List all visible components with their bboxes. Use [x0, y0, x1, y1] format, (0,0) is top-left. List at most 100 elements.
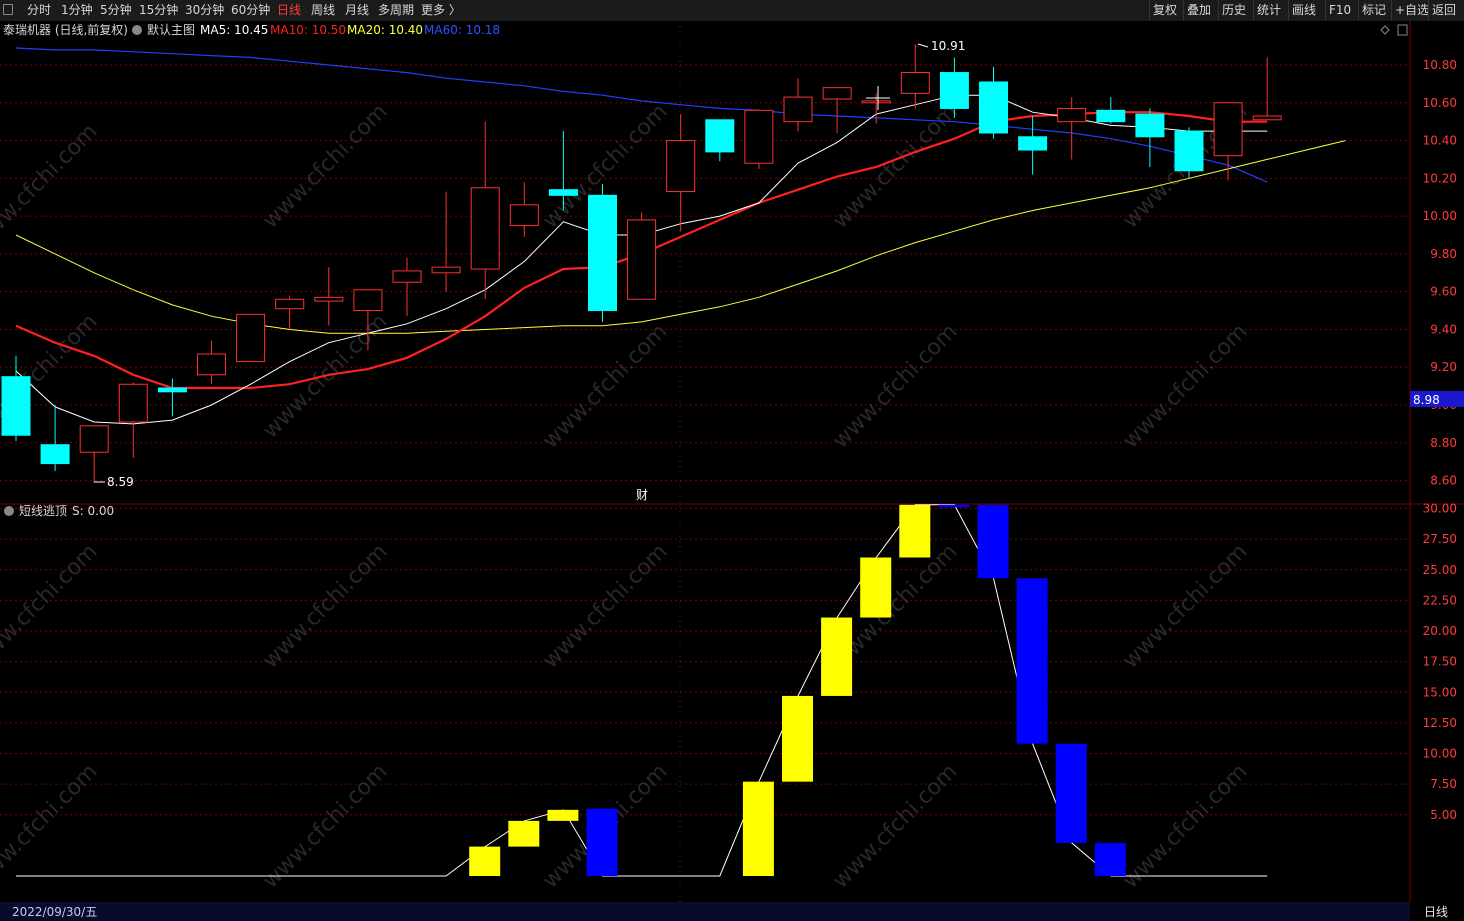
- cursor-date-label: 2022/09/30/五: [12, 905, 98, 919]
- candle-body: [275, 298, 305, 310]
- high-annotation: 10.91: [931, 39, 965, 53]
- period-toolbar: 分时 1分钟 5分钟 15分钟 30分钟 60分钟 日线 周线 月线 多周期 更多 〉 复权 叠加 历史…: [0, 0, 1464, 22]
- sub-axis-label: 30.00: [1423, 502, 1457, 516]
- toolbar-separator: [1253, 0, 1254, 21]
- candle-body: [79, 425, 109, 453]
- toolbar-separator: [1358, 0, 1359, 21]
- sub-bar: [860, 557, 892, 618]
- candle-body: [1213, 102, 1243, 157]
- period-tab[interactable]: 多周期: [378, 2, 414, 19]
- period-tab[interactable]: 30分钟: [185, 2, 224, 19]
- candle-body: [392, 270, 422, 283]
- sub-axis-label: 7.50: [1430, 777, 1457, 791]
- toolbar-separator: [1183, 0, 1184, 21]
- sub-bar: [899, 504, 931, 558]
- toolbar-button[interactable]: 返回: [1432, 2, 1456, 19]
- price-axis-label: 9.40: [1430, 322, 1457, 336]
- sub-indicator-name: 短线逃顶: [19, 504, 67, 518]
- ma-legend-label: MA60: 10.18: [424, 23, 500, 37]
- candle-body: [1174, 130, 1204, 172]
- period-tab[interactable]: 5分钟: [100, 2, 132, 19]
- sub-bar: [547, 809, 579, 821]
- toolbar-separator: [1218, 0, 1219, 21]
- toolbar-button[interactable]: 复权: [1153, 2, 1177, 19]
- sub-bar: [977, 504, 1009, 579]
- price-axis-label: 9.60: [1430, 285, 1457, 299]
- period-tab[interactable]: 月线: [345, 2, 369, 19]
- toolbar-button[interactable]: 叠加: [1187, 2, 1211, 19]
- toolbar-separator: [1325, 0, 1326, 21]
- dropdown-icon: [132, 25, 142, 35]
- toolbar-button[interactable]: 历史: [1222, 2, 1246, 19]
- toolbar-button[interactable]: 统计: [1257, 2, 1281, 19]
- window-icon[interactable]: [3, 4, 13, 15]
- toolbar-button[interactable]: F10: [1329, 2, 1351, 19]
- period-tab[interactable]: 1分钟: [61, 2, 93, 19]
- sub-bar: [742, 781, 774, 876]
- period-tab[interactable]: 15分钟: [139, 2, 178, 19]
- price-axis-label: 8.80: [1430, 436, 1457, 450]
- sub-axis-label: 27.50: [1423, 532, 1457, 546]
- sub-axis-label: 10.00: [1423, 747, 1457, 761]
- toolbar-separator: [1428, 0, 1429, 21]
- stock-chart: 10.80 10.60 10.40 10.20 10.00 9.80 9.60 9.40 9.2…: [0, 21, 1464, 902]
- toolbar-button[interactable]: +自选: [1395, 2, 1429, 19]
- candle-body: [900, 72, 930, 94]
- ma-legend-label: MA5: 10.45: [200, 23, 268, 37]
- sub-bar: [821, 617, 853, 696]
- price-axis-label: 9.20: [1430, 360, 1457, 374]
- candle-body: [588, 194, 617, 312]
- toolbar-separator: [1149, 0, 1150, 21]
- sub-bar: [1016, 578, 1048, 744]
- price-axis-label: 10.20: [1423, 171, 1457, 185]
- stock-title: 泰瑞机器 (日线,前复权): [3, 22, 128, 37]
- price-axis-label: 8.60: [1430, 474, 1457, 488]
- candle-body: [548, 189, 578, 196]
- candle-body: [197, 353, 226, 376]
- period-tab[interactable]: 60分钟: [231, 2, 270, 19]
- price-axis-label: 10.80: [1423, 58, 1457, 72]
- period-tab[interactable]: 日线: [277, 2, 301, 19]
- price-axis-label: 10.00: [1423, 209, 1457, 223]
- candle-body: [353, 289, 383, 312]
- price-axis-label: 10.40: [1423, 134, 1457, 148]
- candle-body: [40, 444, 70, 465]
- sub-bar: [508, 820, 540, 847]
- candle-body: [627, 219, 657, 300]
- sub-value-label: S: 0.00: [72, 504, 114, 518]
- sub-bar: [469, 846, 501, 876]
- price-axis-label: 10.60: [1423, 96, 1457, 110]
- sub-dropdown-icon: [4, 506, 14, 516]
- price-axis-label: 9.80: [1430, 247, 1457, 261]
- sub-axis-label: 20.00: [1423, 624, 1457, 638]
- sub-axis-label: 22.50: [1423, 593, 1457, 607]
- candle-body: [861, 100, 891, 104]
- period-tab[interactable]: 周线: [311, 2, 335, 19]
- candle-body: [157, 387, 187, 393]
- sub-bar: [938, 504, 970, 508]
- low-annotation: 8.59: [107, 475, 134, 489]
- candle-body: [783, 96, 813, 123]
- sub-axis-label: 15.00: [1423, 685, 1457, 699]
- period-tab[interactable]: 更多 〉: [421, 2, 461, 19]
- candle-body: [509, 204, 539, 227]
- toolbar-button[interactable]: 标记: [1362, 2, 1386, 19]
- sub-axis-label: 5.00: [1430, 808, 1457, 822]
- sub-bar: [1094, 842, 1126, 876]
- toolbar-separator: [1391, 0, 1392, 21]
- candle-body: [470, 187, 500, 270]
- current-price-tag: 8.98: [1413, 393, 1440, 407]
- sub-bar: [1055, 743, 1087, 843]
- sub-axis-label: 17.50: [1423, 655, 1457, 669]
- candle-body: [666, 140, 696, 193]
- candle-body: [939, 72, 969, 109]
- period-tab[interactable]: 分时: [27, 2, 51, 19]
- candle-body: [1096, 109, 1126, 123]
- candle-body: [705, 119, 735, 153]
- toolbar-separator: [1288, 0, 1289, 21]
- sub-bar: [586, 808, 618, 876]
- sub-bar: [782, 695, 813, 782]
- toolbar-button[interactable]: 画线: [1292, 2, 1316, 19]
- candle-body: [1057, 107, 1087, 123]
- candle-body: [979, 81, 1008, 134]
